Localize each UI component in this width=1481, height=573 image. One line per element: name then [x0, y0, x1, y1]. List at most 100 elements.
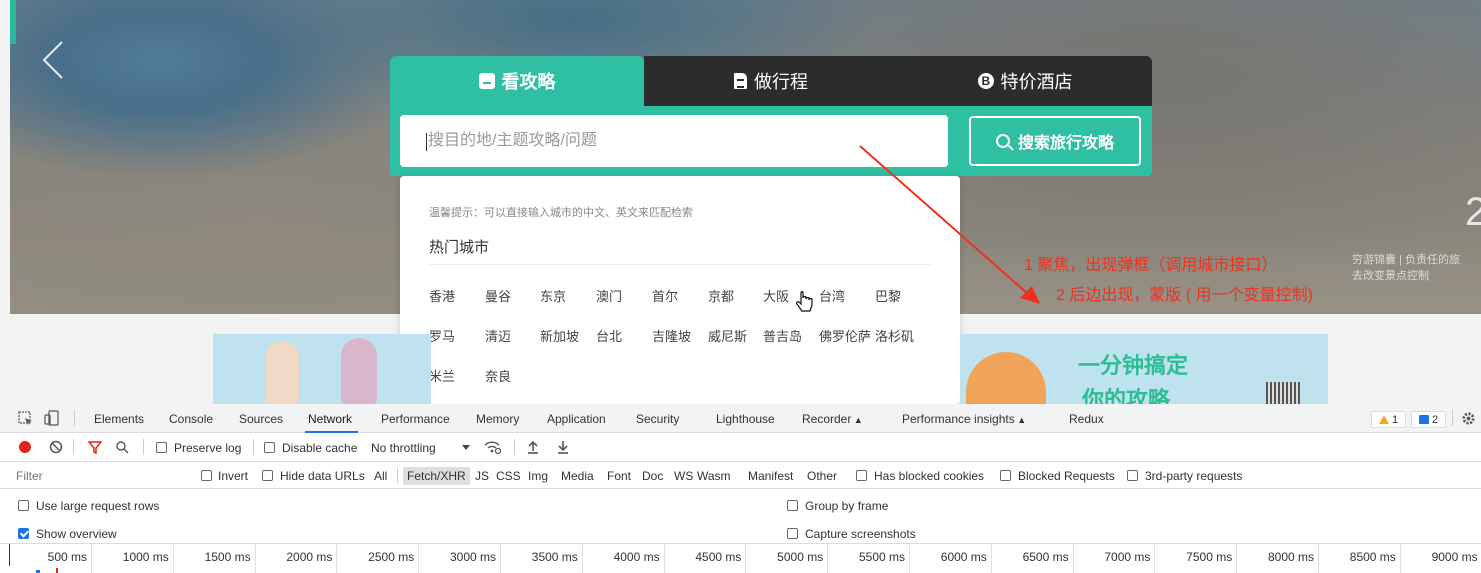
network-conditions-icon[interactable] [484, 440, 502, 454]
capture-screenshots-checkbox[interactable] [787, 528, 798, 539]
type-filter-media[interactable]: Media [561, 469, 594, 483]
type-filter-wasm[interactable]: Wasm [697, 469, 731, 483]
warnings-badge[interactable]: 1 [1371, 411, 1406, 428]
devtools-panel: Elements Console Sources Network Performance… [0, 404, 1481, 573]
city-link[interactable]: 东京 [540, 286, 566, 305]
city-link[interactable]: 澳门 [596, 286, 622, 305]
city-link[interactable]: 洛杉矶 [875, 326, 914, 345]
devtools-tab-memory[interactable]: Memory [476, 412, 519, 426]
throttling-select[interactable]: No throttling [371, 441, 436, 455]
tab-guide[interactable]: 看攻略 [390, 56, 644, 106]
gear-icon[interactable] [1461, 411, 1476, 426]
flask-icon: ▲ [851, 415, 863, 425]
download-icon[interactable] [557, 440, 569, 454]
record-button[interactable] [19, 441, 31, 453]
search-input[interactable] [400, 115, 948, 167]
third-party-checkbox[interactable] [1127, 470, 1138, 481]
type-filter-font[interactable]: Font [607, 469, 631, 483]
devtools-tab-elements[interactable]: Elements [94, 412, 144, 426]
type-filter-img[interactable]: Img [528, 469, 548, 483]
city-link[interactable]: 米兰 [429, 366, 455, 385]
search-button[interactable]: 搜索旅行攻略 [969, 116, 1141, 166]
preserve-log-label: Preserve log [174, 441, 242, 455]
type-filter-other[interactable]: Other [807, 469, 837, 483]
large-rows-checkbox[interactable] [18, 500, 29, 511]
timeline-gridline [500, 544, 501, 573]
promo-banner-right[interactable]: 一分钟搞定 你的攻略 [960, 334, 1328, 404]
city-link[interactable]: 奈良 [485, 366, 511, 385]
city-link[interactable]: 曼谷 [485, 286, 511, 305]
search-icon[interactable] [115, 440, 129, 454]
city-link[interactable]: 大阪 [763, 286, 789, 305]
promo-banner-left[interactable] [213, 334, 431, 404]
city-link[interactable]: 清迈 [485, 326, 511, 345]
upload-icon[interactable] [527, 440, 539, 454]
city-link[interactable]: 台湾 [819, 286, 845, 305]
timeline-tick-label: 8500 ms [1349, 550, 1396, 564]
city-link[interactable]: 京都 [708, 286, 734, 305]
search-icon [995, 134, 1010, 148]
devtools-tab-recorder[interactable]: Recorder ▲ [802, 412, 863, 426]
filter-input[interactable] [10, 466, 186, 485]
devtools-tab-console[interactable]: Console [169, 412, 213, 426]
tab-hotel[interactable]: 特价酒店 [898, 56, 1152, 106]
show-overview-label: Show overview [36, 527, 117, 541]
capture-screenshots-label: Capture screenshots [805, 527, 916, 541]
devtools-tab-performance[interactable]: Performance [381, 412, 450, 426]
clear-icon[interactable] [49, 440, 63, 454]
devtools-tab-redux[interactable]: Redux [1069, 412, 1104, 426]
city-link[interactable]: 首尔 [652, 286, 678, 305]
separator [397, 467, 398, 483]
inspect-element-icon[interactable] [18, 411, 33, 426]
network-settings: Use large request rows Group by frame Sh… [0, 489, 1481, 544]
city-link[interactable]: 香港 [429, 286, 455, 305]
type-filter-ws[interactable]: WS [674, 469, 693, 483]
illustration-person [265, 342, 299, 404]
blocked-cookies-checkbox[interactable] [856, 470, 867, 481]
city-link[interactable]: 台北 [596, 326, 622, 345]
devtools-tab-sources[interactable]: Sources [239, 412, 283, 426]
devtools-tab-application[interactable]: Application [547, 412, 606, 426]
chevron-down-icon [462, 445, 470, 450]
text-caret [426, 133, 427, 151]
timeline-gridline [581, 544, 583, 573]
hide-data-urls-checkbox[interactable] [262, 470, 273, 481]
tab-itinerary[interactable]: 做行程 [644, 56, 898, 106]
guide-icon [478, 73, 495, 89]
city-link[interactable]: 吉隆坡 [652, 326, 691, 345]
timeline-gridline [909, 544, 910, 573]
city-link[interactable]: 新加坡 [540, 326, 579, 345]
city-link[interactable]: 佛罗伦萨 [819, 326, 871, 345]
devtools-tab-network[interactable]: Network [308, 412, 352, 426]
blocked-requests-checkbox[interactable] [1000, 470, 1011, 481]
devtools-tab-lighthouse[interactable]: Lighthouse [716, 412, 775, 426]
group-by-frame-checkbox[interactable] [787, 500, 798, 511]
chevron-left-icon[interactable] [38, 38, 68, 82]
type-filter-all[interactable]: All [374, 469, 387, 483]
city-link[interactable]: 巴黎 [875, 286, 901, 305]
timeline-tick-label: 2000 ms [286, 550, 333, 564]
filter-icon[interactable] [88, 440, 102, 454]
city-link[interactable]: 罗马 [429, 326, 455, 345]
type-filter-doc[interactable]: Doc [642, 469, 663, 483]
messages-count: 2 [1431, 413, 1439, 426]
device-toolbar-icon[interactable] [44, 410, 60, 426]
invert-checkbox[interactable] [201, 470, 212, 481]
messages-badge[interactable]: 2 [1411, 411, 1446, 428]
type-filter-manifest[interactable]: Manifest [748, 469, 793, 483]
timeline-tick-label: 9000 ms [1431, 550, 1478, 564]
city-link[interactable]: 普吉岛 [763, 326, 802, 345]
type-filter-css[interactable]: CSS [496, 469, 521, 483]
timeline-cursor [9, 544, 10, 566]
preserve-log-checkbox[interactable] [156, 442, 167, 453]
type-filter-fetch-xhr[interactable]: Fetch/XHR [403, 467, 470, 485]
city-link[interactable]: 威尼斯 [708, 326, 747, 345]
devtools-tab-performance-insights[interactable]: Performance insights ▲ [902, 412, 1026, 426]
disable-cache-checkbox[interactable] [264, 442, 275, 453]
group-by-frame-label: Group by frame [805, 499, 889, 513]
timeline-gridline [254, 544, 256, 573]
devtools-tab-security[interactable]: Security [636, 412, 679, 426]
show-overview-checkbox[interactable] [18, 528, 29, 539]
devtools-tab-label: Lighthouse [716, 412, 775, 426]
type-filter-js[interactable]: JS [475, 469, 489, 483]
